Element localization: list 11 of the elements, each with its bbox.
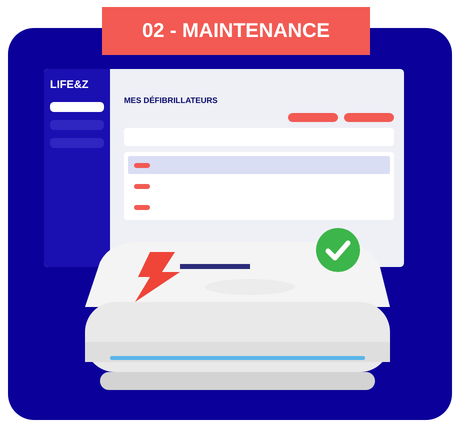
page-heading: MES DÉFIBRILLATEURS	[124, 95, 219, 107]
logo: LIFE&Z	[50, 78, 90, 93]
status-badge	[134, 184, 150, 188]
status-badge	[134, 204, 150, 210]
sidebar-item[interactable]	[50, 102, 104, 112]
status-badge	[134, 162, 150, 168]
table-row[interactable]	[128, 156, 390, 174]
section-title: 02 - MAINTENANCE	[102, 7, 370, 55]
action-button[interactable]	[344, 113, 394, 122]
check-icon	[316, 228, 360, 272]
action-button[interactable]	[288, 113, 338, 122]
